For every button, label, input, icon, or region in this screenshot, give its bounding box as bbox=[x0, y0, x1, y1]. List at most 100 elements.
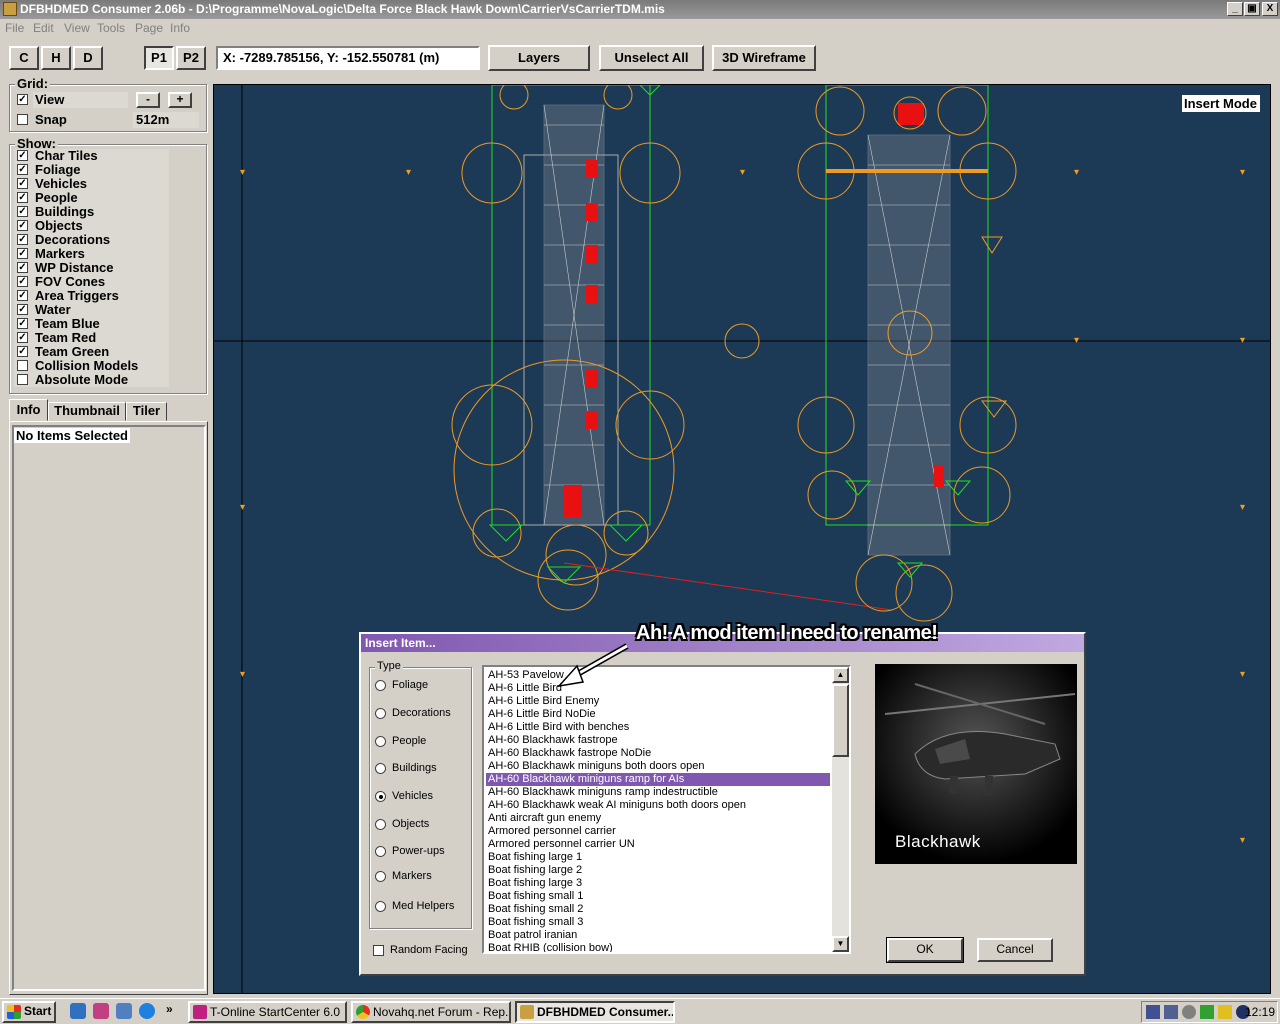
minimize-button[interactable]: _ bbox=[1227, 2, 1243, 16]
p1-button[interactable]: P1 bbox=[144, 46, 174, 70]
task-tonline[interactable]: T-Online StartCenter 6.0 bbox=[188, 1001, 347, 1023]
tray-network2-icon[interactable] bbox=[1164, 1005, 1178, 1019]
list-item[interactable]: AH-53 Pavelow bbox=[486, 669, 830, 682]
show-item-checkbox[interactable] bbox=[17, 360, 28, 371]
show-item-checkbox[interactable]: ✓ bbox=[17, 304, 28, 315]
list-item[interactable]: AH-60 Blackhawk miniguns ramp indestruct… bbox=[486, 786, 830, 799]
show-item-checkbox[interactable]: ✓ bbox=[17, 290, 28, 301]
scroll-down-button[interactable]: ▼ bbox=[832, 936, 849, 952]
ok-button[interactable]: OK bbox=[886, 937, 964, 963]
close-button[interactable]: X bbox=[1262, 2, 1278, 16]
show-item-decorations[interactable]: ✓ Decorations bbox=[14, 232, 169, 247]
h-button[interactable]: H bbox=[41, 46, 71, 70]
list-item[interactable]: AH-60 Blackhawk fastrope bbox=[486, 734, 830, 747]
menu-tools[interactable]: Tools bbox=[97, 21, 125, 35]
type-radio-med-helpers[interactable] bbox=[375, 901, 386, 912]
3d-wireframe-button[interactable]: 3D Wireframe bbox=[712, 45, 816, 71]
type-radio-markers[interactable] bbox=[375, 871, 386, 882]
type-radio-objects[interactable] bbox=[375, 819, 386, 830]
grid-plus-button[interactable]: + bbox=[168, 92, 192, 108]
show-item-checkbox[interactable]: ✓ bbox=[17, 318, 28, 329]
show-item-checkbox[interactable]: ✓ bbox=[17, 192, 28, 203]
grid-snap-value[interactable]: 512m bbox=[133, 112, 199, 128]
show-item-collision-models[interactable]: Collision Models bbox=[14, 358, 169, 373]
menu-view[interactable]: View bbox=[64, 21, 90, 35]
task-novahq[interactable]: Novahq.net Forum - Rep... bbox=[351, 1001, 511, 1023]
type-radio-power-ups[interactable] bbox=[375, 846, 386, 857]
list-item[interactable]: AH-6 Little Bird NoDie bbox=[486, 708, 830, 721]
type-radio-people[interactable] bbox=[375, 736, 386, 747]
show-item-checkbox[interactable]: ✓ bbox=[17, 164, 28, 175]
scroll-thumb[interactable] bbox=[832, 684, 849, 757]
quicklaunch-outlook-icon[interactable] bbox=[116, 1003, 132, 1019]
list-item[interactable]: Boat fishing large 3 bbox=[486, 877, 830, 890]
show-item-area-triggers[interactable]: ✓ Area Triggers bbox=[14, 288, 169, 303]
show-item-water[interactable]: ✓ Water bbox=[14, 302, 169, 317]
list-item[interactable]: Boat fishing small 3 bbox=[486, 916, 830, 929]
task-dfbhdmed[interactable]: DFBHDMED Consumer... bbox=[515, 1001, 675, 1023]
quicklaunch-app-icon[interactable] bbox=[93, 1003, 109, 1019]
layers-button[interactable]: Layers bbox=[488, 45, 590, 71]
show-item-fov-cones[interactable]: ✓ FOV Cones bbox=[14, 274, 169, 289]
list-item[interactable]: Armored personnel carrier bbox=[486, 825, 830, 838]
show-item-buildings[interactable]: ✓ Buildings bbox=[14, 204, 169, 219]
list-item[interactable]: AH-6 Little Bird Enemy bbox=[486, 695, 830, 708]
show-item-foliage[interactable]: ✓ Foliage bbox=[14, 162, 169, 177]
grid-minus-button[interactable]: - bbox=[136, 92, 160, 108]
start-button[interactable]: Start bbox=[2, 1001, 56, 1023]
show-item-checkbox[interactable] bbox=[17, 374, 28, 385]
show-item-checkbox[interactable]: ✓ bbox=[17, 332, 28, 343]
list-item[interactable]: Boat fishing large 1 bbox=[486, 851, 830, 864]
list-item[interactable]: Anti aircraft gun enemy bbox=[486, 812, 830, 825]
list-item[interactable]: Boat patrol iranian bbox=[486, 929, 830, 942]
tray-security-icon[interactable] bbox=[1200, 1005, 1214, 1019]
list-item[interactable]: Boat fishing small 1 bbox=[486, 890, 830, 903]
show-item-objects[interactable]: ✓ Objects bbox=[14, 218, 169, 233]
show-item-team-green[interactable]: ✓ Team Green bbox=[14, 344, 169, 359]
type-radio-foliage[interactable] bbox=[375, 680, 386, 691]
show-item-checkbox[interactable]: ✓ bbox=[17, 248, 28, 259]
tray-app-icon[interactable] bbox=[1182, 1005, 1196, 1019]
type-radio-vehicles[interactable] bbox=[375, 791, 386, 802]
c-button[interactable]: C bbox=[9, 46, 39, 70]
menu-edit[interactable]: Edit bbox=[33, 21, 54, 35]
show-item-checkbox[interactable]: ✓ bbox=[17, 150, 28, 161]
p2-button[interactable]: P2 bbox=[176, 46, 206, 70]
show-item-checkbox[interactable]: ✓ bbox=[17, 276, 28, 287]
type-radio-decorations[interactable] bbox=[375, 708, 386, 719]
list-item[interactable]: Boat fishing large 2 bbox=[486, 864, 830, 877]
show-item-markers[interactable]: ✓ Markers bbox=[14, 246, 169, 261]
d-button[interactable]: D bbox=[73, 46, 103, 70]
show-item-char-tiles[interactable]: ✓ Char Tiles bbox=[14, 148, 169, 163]
item-list[interactable]: AH-53 Pavelow AH-6 Little Bird AH-6 Little… bbox=[482, 665, 851, 954]
show-item-team-blue[interactable]: ✓ Team Blue bbox=[14, 316, 169, 331]
list-item[interactable]: AH-60 Blackhawk miniguns ramp for AIs bbox=[486, 773, 830, 786]
show-item-checkbox[interactable]: ✓ bbox=[17, 178, 28, 189]
quicklaunch-ie-icon[interactable] bbox=[70, 1003, 86, 1019]
quicklaunch-more-icon[interactable]: » bbox=[166, 1002, 173, 1016]
show-item-checkbox[interactable]: ✓ bbox=[17, 234, 28, 245]
menu-file[interactable]: File bbox=[5, 21, 24, 35]
list-scrollbar[interactable]: ▲ ▼ bbox=[832, 667, 849, 952]
tray-speaker-icon[interactable] bbox=[1218, 1005, 1232, 1019]
list-item[interactable]: AH-6 Little Bird with benches bbox=[486, 721, 830, 734]
list-item[interactable]: AH-60 Blackhawk fastrope NoDie bbox=[486, 747, 830, 760]
tab-thumbnail[interactable]: Thumbnail bbox=[48, 402, 126, 421]
show-item-vehicles[interactable]: ✓ Vehicles bbox=[14, 176, 169, 191]
show-item-checkbox[interactable]: ✓ bbox=[17, 346, 28, 357]
clock[interactable]: 12:19 bbox=[1242, 1005, 1275, 1019]
tab-info[interactable]: Info bbox=[9, 399, 48, 421]
list-item[interactable]: AH-60 Blackhawk weak AI miniguns both do… bbox=[486, 799, 830, 812]
scroll-up-button[interactable]: ▲ bbox=[832, 667, 849, 683]
show-item-checkbox[interactable]: ✓ bbox=[17, 262, 28, 273]
type-radio-buildings[interactable] bbox=[375, 763, 386, 774]
cancel-button[interactable]: Cancel bbox=[977, 938, 1053, 962]
show-item-people[interactable]: ✓ People bbox=[14, 190, 169, 205]
show-item-team-red[interactable]: ✓ Team Red bbox=[14, 330, 169, 345]
list-item[interactable]: Boat RHIB (collision bow) bbox=[486, 942, 830, 952]
show-item-wp-distance[interactable]: ✓ WP Distance bbox=[14, 260, 169, 275]
grid-view-checkbox[interactable]: ✓ bbox=[17, 94, 28, 105]
list-item[interactable]: AH-60 Blackhawk miniguns both doors open bbox=[486, 760, 830, 773]
show-item-checkbox[interactable]: ✓ bbox=[17, 206, 28, 217]
random-facing-checkbox[interactable] bbox=[373, 945, 384, 956]
